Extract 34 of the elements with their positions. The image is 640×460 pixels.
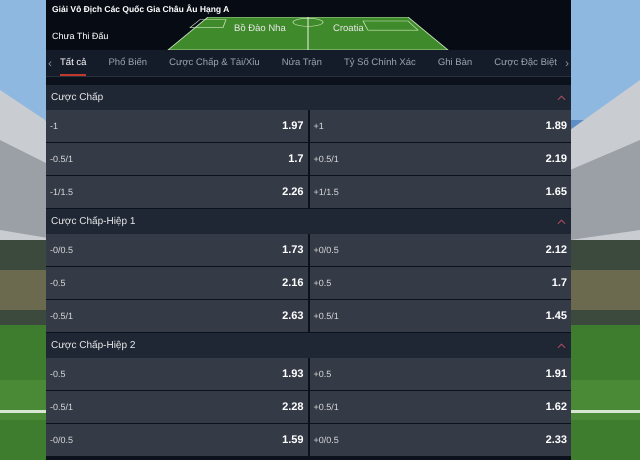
tab[interactable]: Cược Chấp & Tài/Xỉu (169, 50, 260, 76)
odds-button[interactable]: +0.5/1 2.19 (310, 143, 571, 175)
odds-button[interactable]: -0/0.5 1.73 (46, 234, 308, 266)
odds-button[interactable]: -0.5/1 2.63 (46, 300, 308, 332)
scroll-left-arrow[interactable]: ‹ (46, 56, 54, 70)
away-team: Croatia (333, 23, 364, 34)
tab[interactable]: Cược Đặc Biệt (494, 50, 557, 76)
odds-button[interactable]: -0.5 2.16 (46, 267, 308, 299)
odds-button[interactable]: +0.5/1 1.62 (310, 391, 571, 423)
odds-button[interactable]: +1/1.5 1.65 (310, 176, 571, 208)
odds-button[interactable]: -0.5/1 1.7 (46, 143, 308, 175)
market-header[interactable]: Cược Chấp-Hiệp 2 (46, 333, 571, 358)
tab[interactable]: Tỷ Số Chính Xác (344, 50, 416, 76)
odds-button[interactable]: -0/0.5 1.59 (46, 424, 308, 456)
odds-button[interactable]: +0.5/1 1.45 (310, 300, 571, 332)
tab[interactable]: Phổ Biến (108, 50, 148, 76)
odds-button[interactable]: +1 1.89 (310, 110, 571, 142)
odds-button[interactable]: +0/0.5 2.33 (310, 424, 571, 456)
odds-button[interactable]: -1 1.97 (46, 110, 308, 142)
tab[interactable]: Tất cả (60, 50, 86, 76)
league-title: Giải Vô Địch Các Quốc Gia Châu Âu Hạng A (52, 4, 230, 14)
market-header[interactable]: Cược Chấp (46, 85, 571, 110)
scroll-right-arrow[interactable]: › (563, 56, 571, 70)
odds-button[interactable]: -0.5 1.93 (46, 358, 308, 390)
odds-button[interactable]: -0.5/1 2.28 (46, 391, 308, 423)
odds-button[interactable]: -1/1.5 2.26 (46, 176, 308, 208)
odds-button[interactable]: +0.5 1.91 (310, 358, 571, 390)
match-status: Chưa Thi Đấu (52, 31, 108, 41)
home-team: Bồ Đào Nha (234, 23, 286, 34)
tab[interactable]: Nửa Trận (282, 50, 322, 76)
tab[interactable]: Ghi Bàn (438, 50, 472, 76)
market-header[interactable]: Cược Chấp-Hiệp 1 (46, 209, 571, 234)
odds-button[interactable]: +0.5 1.7 (310, 267, 571, 299)
odds-button[interactable]: +0/0.5 2.12 (310, 234, 571, 266)
